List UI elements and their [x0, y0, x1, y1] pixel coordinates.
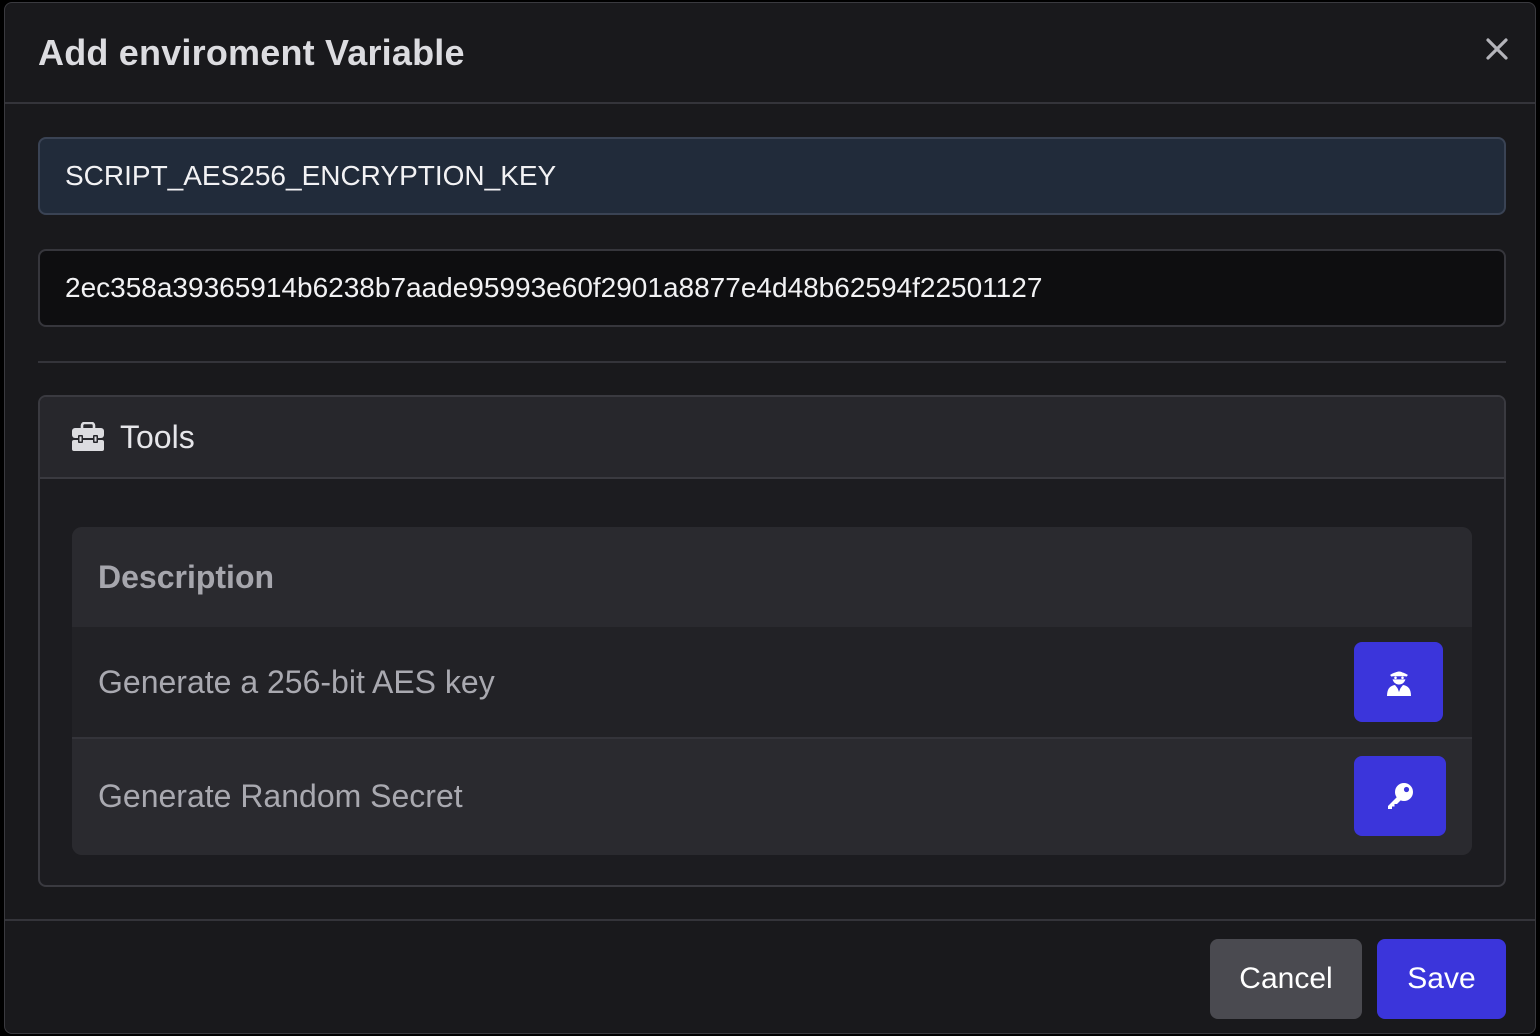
- row-label: Generate a 256-bit AES key: [98, 664, 495, 700]
- divider: [38, 361, 1506, 363]
- user-secret-icon: [1386, 671, 1411, 696]
- cancel-button[interactable]: Cancel: [1210, 939, 1362, 1019]
- tools-title: Tools: [120, 419, 195, 455]
- table-header-row: Description: [72, 527, 1472, 627]
- save-button[interactable]: Save: [1377, 939, 1506, 1019]
- description-column-header: Description: [98, 559, 275, 595]
- variable-name-input[interactable]: [38, 137, 1506, 215]
- tools-panel: Tools Description Generate a 256-bit AES…: [38, 395, 1506, 887]
- key-icon: [1388, 783, 1413, 809]
- dialog-title: Add enviroment Variable: [38, 32, 465, 73]
- table-row-aes-key: Generate a 256-bit AES key: [72, 627, 1472, 739]
- generate-aes-key-button[interactable]: [1354, 642, 1443, 722]
- generate-random-secret-button[interactable]: [1354, 756, 1446, 836]
- dialog-footer: Cancel Save: [5, 919, 1535, 1033]
- add-env-variable-dialog: Add enviroment Variable Tools Desc: [4, 2, 1536, 1034]
- row-label: Generate Random Secret: [98, 778, 463, 814]
- tools-table: Description Generate a 256-bit AES key G…: [72, 527, 1472, 855]
- tools-header: Tools: [40, 397, 1504, 479]
- close-icon: [1486, 38, 1508, 60]
- variable-value-input[interactable]: [38, 249, 1506, 327]
- dialog-header: Add enviroment Variable: [5, 3, 1535, 104]
- table-row-random-secret: Generate Random Secret: [72, 739, 1472, 855]
- close-button[interactable]: [1479, 31, 1515, 67]
- toolbox-icon: [72, 422, 104, 451]
